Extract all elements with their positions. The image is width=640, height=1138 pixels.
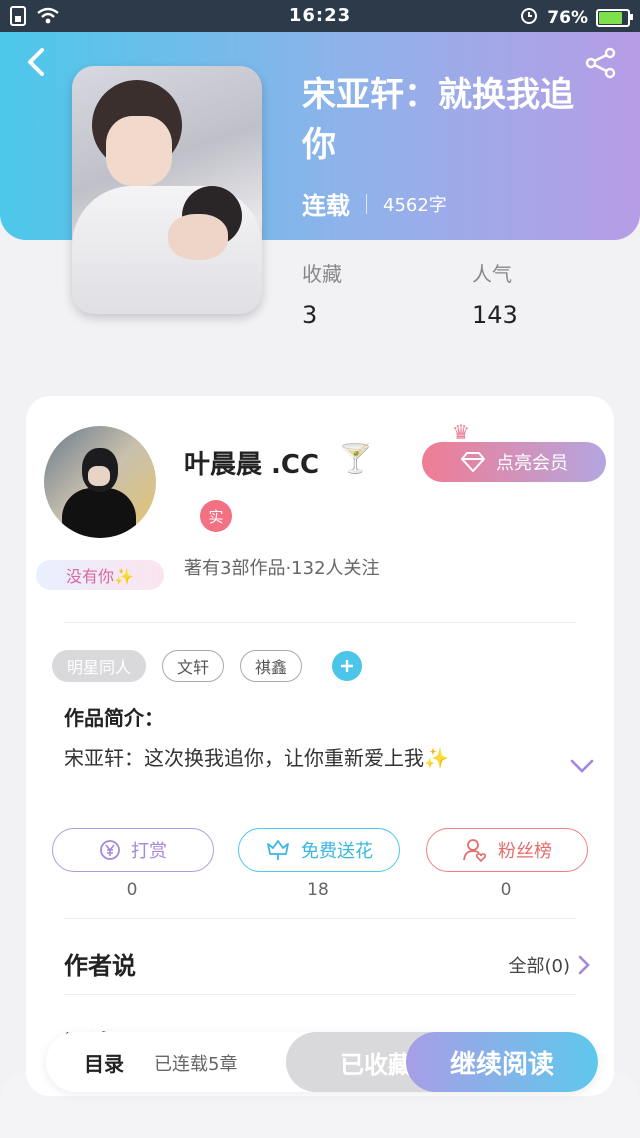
crown-icon: ♛ [452, 420, 470, 444]
battery-level [599, 11, 622, 24]
word-count: 4562字 [383, 194, 447, 216]
diamond-icon [461, 452, 485, 472]
stat-label: 人气 [472, 262, 512, 286]
reward-label: 打赏 [131, 841, 167, 862]
stat-popularity: 人气 143 [472, 258, 518, 329]
expand-intro-button[interactable] [570, 758, 594, 774]
send-flower-label: 免费送花 [301, 841, 373, 862]
bottom-action-bar: 目录 已连载5章 已收藏 继续阅读 [46, 1032, 598, 1092]
author-subtitle: 著有3部作品·132人关注 [184, 558, 380, 579]
author-say-all-label: 全部(0) [508, 956, 571, 977]
vip-button-label: 点亮会员 [496, 453, 568, 473]
author-name[interactable]: 叶晨晨 .CC [184, 444, 319, 481]
tag-chip[interactable]: 祺鑫 [240, 650, 303, 682]
send-flower-button[interactable]: 免费送花 [238, 828, 400, 872]
divider [64, 918, 576, 919]
intro-heading: 作品简介： [64, 706, 164, 730]
back-button[interactable] [20, 44, 56, 80]
yuan-icon [100, 840, 120, 860]
intro-text: 宋亚轩：这次换我追你，让你重新爱上我✨ [64, 746, 449, 770]
reward-count: 0 [126, 880, 138, 900]
divider [64, 994, 576, 995]
stat-value: 143 [472, 301, 518, 329]
add-tag-button[interactable] [332, 651, 363, 681]
chevron-left-icon [28, 48, 44, 76]
chevron-down-icon [570, 759, 594, 773]
book-status: 连载 [302, 192, 350, 220]
stat-favorites: 收藏 3 [302, 258, 342, 329]
fan-rank-button[interactable]: 粉丝榜 [426, 828, 588, 872]
flower-icon [267, 840, 289, 860]
tag-chip[interactable]: 明星同人 [52, 650, 147, 682]
author-avatar[interactable] [44, 426, 156, 538]
directory-button[interactable]: 目录 [84, 1048, 124, 1077]
book-cover[interactable] [72, 66, 262, 314]
detail-card: 没有你✨ 叶晨晨 .CC 🍸 ♛ 点亮会员 实 著有3部作品·132人关注 明星… [26, 396, 614, 1096]
battery-icon [596, 8, 633, 27]
stat-value: 3 [302, 301, 318, 329]
book-meta: 连载 4562字 [302, 186, 447, 221]
stat-label: 收藏 [302, 262, 342, 286]
verified-badge: 实 [200, 500, 232, 532]
reward-button[interactable]: 打赏 [52, 828, 214, 872]
chevron-right-icon [578, 955, 590, 975]
fan-count: 0 [500, 880, 512, 900]
tag-chip[interactable]: 文轩 [162, 650, 225, 682]
book-title: 宋亚轩：就换我追你 [302, 75, 574, 165]
plus-icon [341, 660, 354, 672]
author-say-all-link[interactable]: 全部(0) [509, 952, 591, 978]
continue-reading-button[interactable]: 继续阅读 [406, 1032, 598, 1092]
battery-percent: 76% [547, 7, 588, 28]
tag-list: 明星同人 文轩 祺鑫 [52, 650, 363, 682]
author-say-heading: 作者说 [64, 952, 136, 980]
divider [64, 622, 576, 623]
flower-count: 18 [307, 880, 329, 900]
vip-button[interactable]: 点亮会员 [422, 442, 606, 482]
serial-status: 已连载5章 [154, 1054, 238, 1075]
cocktail-icon: 🍸 [338, 442, 373, 475]
fan-rank-label: 粉丝榜 [498, 841, 552, 862]
meta-divider [366, 193, 367, 214]
alarm-icon [519, 5, 539, 30]
fan-icon [463, 839, 487, 862]
status-bar: 16:23 76% [0, 0, 640, 32]
avatar-badge-frame: 没有你✨ [36, 560, 164, 590]
